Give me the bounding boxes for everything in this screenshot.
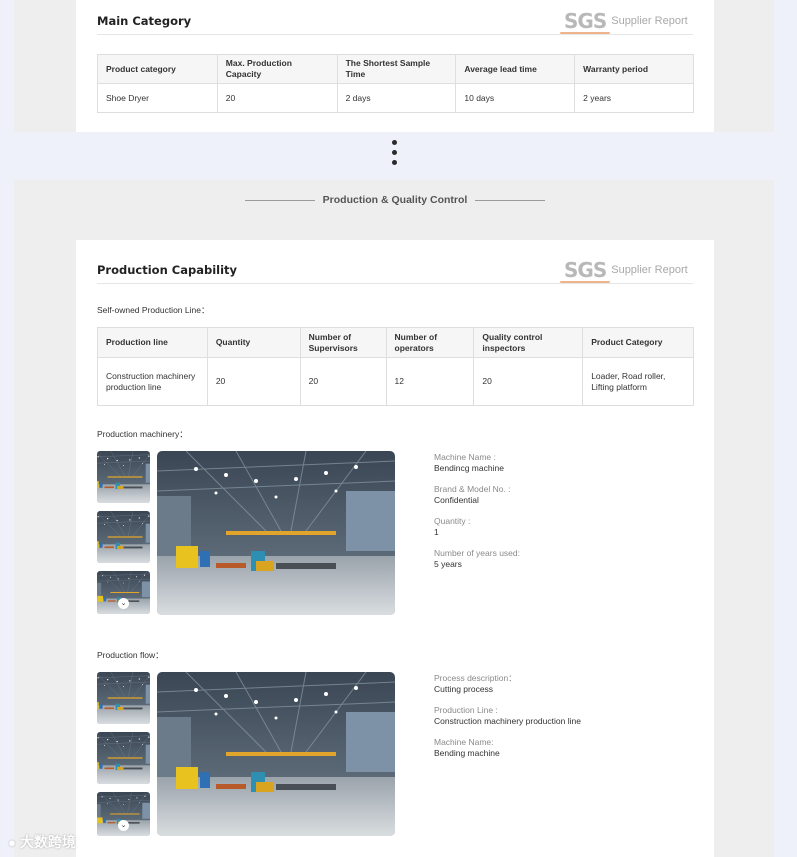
sgs-label: Supplier Report — [611, 15, 688, 27]
quantity-key: Quantity : — [434, 516, 471, 526]
main-category-table: Product category Max. Production Capacit… — [97, 54, 694, 113]
watermark-text: 大数跨境 — [19, 834, 76, 850]
production-line-label: Self-owned Production Line： — [97, 305, 210, 315]
production-line-table: Production line Quantity Number of Super… — [97, 327, 694, 406]
vertical-ellipsis-icon — [392, 140, 398, 165]
flow-details: Process description： Cutting process Pro… — [434, 673, 581, 769]
quantity-value: 1 — [434, 527, 439, 537]
machine-name-key: Machine Name: — [434, 737, 494, 747]
flow-photo — [157, 672, 395, 836]
column-header: Production line — [97, 327, 208, 358]
column-header: Max. Production Capacity — [216, 54, 338, 84]
production-capability-card: Production Capability SGS Supplier Repor… — [76, 240, 714, 857]
column-header: Product Category — [582, 327, 694, 358]
machinery-photo — [157, 451, 395, 615]
table-cell: Construction machinery production line — [97, 357, 208, 406]
sgs-supplier-report-badge: SGS Supplier Report — [559, 258, 688, 283]
table-cell: 20 — [473, 357, 584, 406]
table-cell: 2 years — [574, 83, 694, 113]
table-cell: Shoe Dryer — [97, 83, 218, 113]
table-cell: 20 — [216, 83, 338, 113]
machinery-thumbnail[interactable]: ⌄ — [97, 571, 150, 614]
table-cell: 2 days — [336, 83, 457, 113]
divider — [97, 34, 693, 35]
section-title: Production & Quality Control — [322, 194, 468, 206]
column-header: Average lead time — [455, 54, 576, 84]
divider — [245, 199, 315, 201]
column-header: Number of operators — [385, 327, 475, 358]
brand-model-value: Confidential — [434, 495, 479, 505]
table-row: Shoe Dryer 20 2 days 10 days 2 years — [97, 83, 694, 113]
brand-model-key: Brand & Model No. : — [434, 484, 511, 494]
chevron-down-icon[interactable]: ⌄ — [118, 820, 129, 831]
section-heading: Production & Quality Control — [245, 194, 546, 206]
main-category-card: Main Category SGS Supplier Report Produc… — [76, 0, 714, 132]
flow-thumbnail[interactable] — [97, 732, 150, 784]
flow-thumbnail[interactable] — [97, 672, 150, 724]
production-line-key: Production Line : — [434, 705, 498, 715]
table-cell: 12 — [385, 357, 475, 406]
column-header: Quality control inspectors — [473, 327, 584, 358]
chevron-down-icon[interactable]: ⌄ — [118, 598, 129, 609]
column-header: Product category — [97, 54, 218, 84]
sgs-supplier-report-badge: SGS Supplier Report — [559, 9, 688, 34]
sgs-logo-icon: SGS — [559, 9, 611, 34]
production-machinery-label: Production machinery： — [97, 429, 188, 439]
divider — [97, 283, 693, 284]
column-header: The Shortest Sample Time — [336, 54, 457, 84]
watermark: ● 大数跨境 — [8, 832, 76, 852]
machine-name-key: Machine Name : — [434, 452, 496, 462]
table-cell: 10 days — [455, 83, 576, 113]
column-header: Quantity — [206, 327, 301, 358]
table-header-row: Product category Max. Production Capacit… — [97, 54, 694, 84]
column-header: Warranty period — [574, 54, 694, 84]
machinery-thumbnail[interactable] — [97, 511, 150, 563]
years-used-value: 5 years — [434, 559, 462, 569]
table-header-row: Production line Quantity Number of Super… — [97, 327, 694, 358]
divider — [475, 199, 546, 201]
process-description-key: Process description： — [434, 673, 517, 683]
process-description-value: Cutting process — [434, 684, 494, 694]
machine-name-value: Bendincg machine — [434, 463, 504, 473]
years-used-key: Number of years used: — [434, 548, 520, 558]
production-flow-label: Production flow： — [97, 650, 164, 660]
table-cell: 20 — [206, 357, 301, 406]
flow-thumbnail[interactable]: ⌄ — [97, 792, 150, 836]
table-row: Construction machinery production line 2… — [97, 357, 694, 406]
production-capability-title: Production Capability — [97, 263, 238, 277]
sgs-logo-icon: SGS — [559, 258, 611, 283]
brand-logo-icon: ● — [8, 834, 16, 850]
machinery-thumbnail[interactable] — [97, 451, 150, 503]
table-cell: Loader, Road roller, Lifting platform — [582, 357, 694, 406]
table-cell: 20 — [299, 357, 387, 406]
machinery-details: Machine Name : Bendincg machine Brand & … — [434, 452, 520, 580]
column-header: Number of Supervisors — [299, 327, 387, 358]
production-line-value: Construction machinery production line — [434, 716, 581, 726]
machine-name-value: Bending machine — [434, 748, 500, 758]
main-category-title: Main Category — [97, 14, 192, 28]
sgs-label: Supplier Report — [611, 264, 688, 276]
